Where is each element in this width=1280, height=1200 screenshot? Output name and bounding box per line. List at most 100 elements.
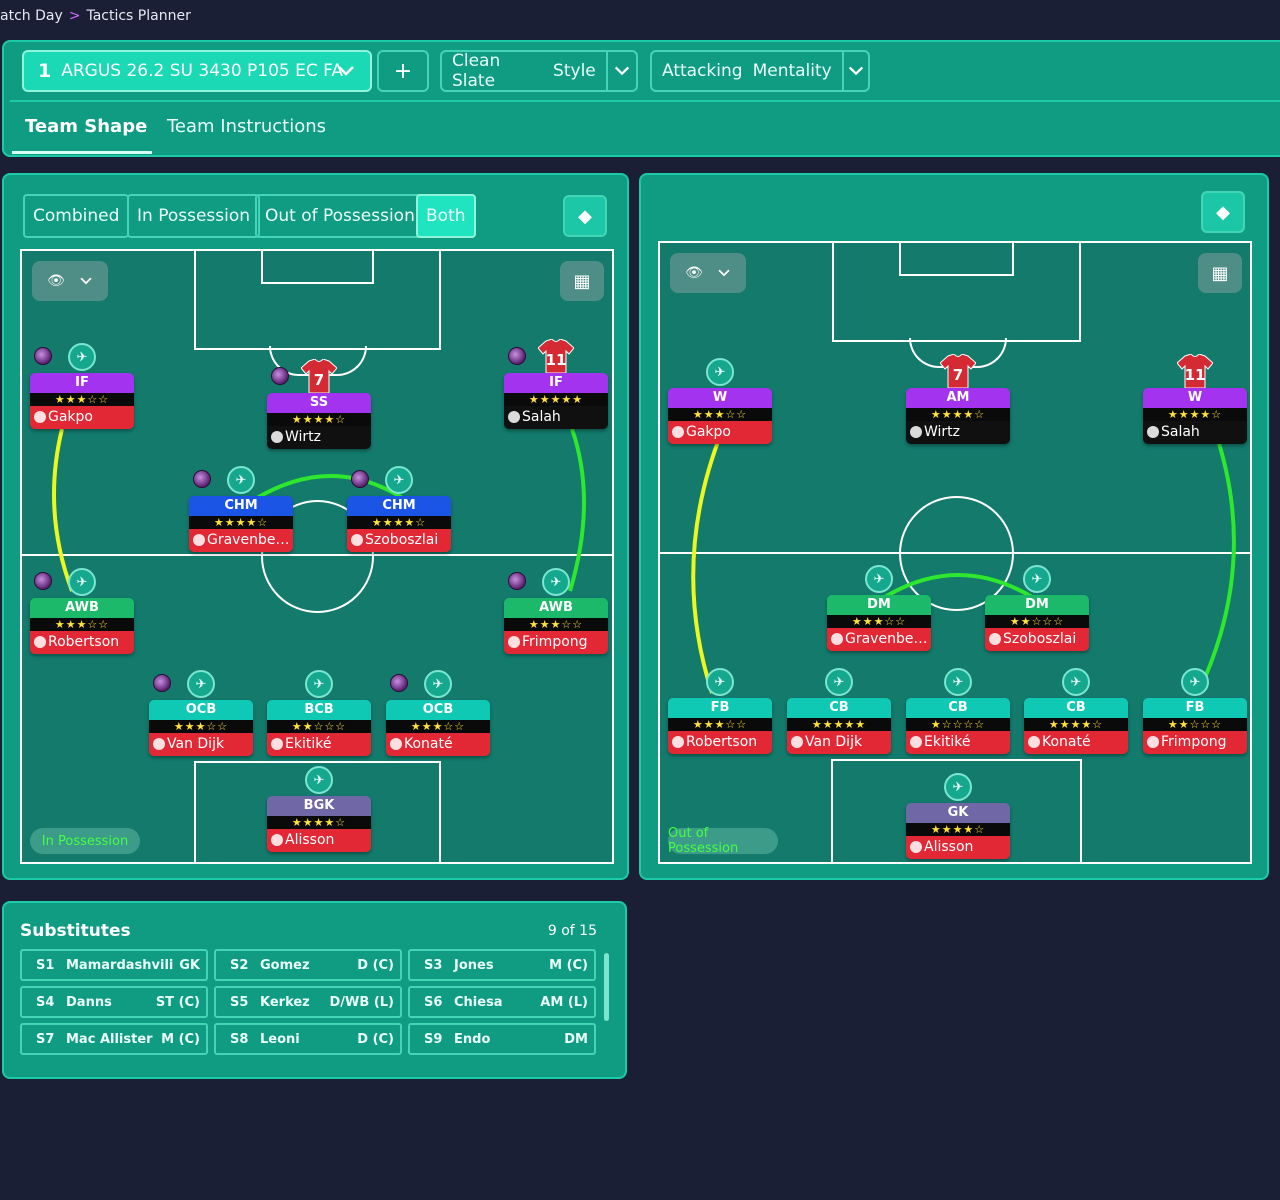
- sub-slot: S4: [36, 994, 55, 1010]
- oop-player-card[interactable]: DM ★★★☆☆ Gravenber...: [827, 595, 931, 651]
- phase-in-possession-button[interactable]: In Possession: [127, 194, 261, 238]
- ip-player-card[interactable]: BGK ★★★★☆ Alisson: [267, 796, 371, 852]
- sub-position: D (C): [357, 957, 394, 973]
- player-role: BCB: [267, 700, 371, 720]
- mentality-label: Mentality: [752, 61, 832, 81]
- person-icon: [910, 841, 922, 853]
- ip-player-card[interactable]: IF ★★★★★ Salah: [504, 373, 608, 429]
- mentality-dropdown[interactable]: Attacking Mentality: [650, 50, 870, 92]
- substitute-row[interactable]: S3 Jones M (C): [408, 949, 596, 981]
- player-name-text: Van Dijk: [167, 736, 225, 752]
- chevron-down-icon[interactable]: [841, 52, 868, 90]
- oop-player-card[interactable]: W ★★★★☆ Salah: [1143, 388, 1247, 444]
- player-name: Konaté: [1024, 731, 1128, 754]
- oop-player-card[interactable]: W ★★★☆☆ Gakpo: [668, 388, 772, 444]
- player-role: CB: [906, 698, 1010, 718]
- person-icon: [910, 736, 922, 748]
- substitute-row[interactable]: S4 Danns ST (C): [20, 986, 208, 1018]
- player-link-lines: [691, 430, 1236, 694]
- ip-player-card[interactable]: AWB ★★★☆☆ Frimpong: [504, 598, 608, 654]
- add-tactic-button[interactable]: +: [377, 50, 429, 92]
- shirt-icon: 11: [537, 338, 575, 374]
- substitutes-title: Substitutes: [20, 921, 131, 941]
- player-role: CB: [1024, 698, 1128, 718]
- oop-player-card[interactable]: FB ★★★☆☆ Robertson: [668, 698, 772, 754]
- role-rating-stars: ★★★★☆: [1024, 718, 1128, 731]
- player-role: W: [1143, 388, 1247, 408]
- tactic-selector[interactable]: 1 ARGUS 26.2 SU 3430 P105 EC FA: [22, 50, 372, 92]
- player-name-text: Gakpo: [686, 424, 731, 440]
- ip-player-card[interactable]: CHM ★★★★☆ Gravenber...: [189, 496, 293, 552]
- role-rating-stars: ★★★☆☆: [30, 618, 134, 631]
- player-name-text: Ekitiké: [924, 734, 971, 750]
- role-rating-stars: ★☆☆☆☆: [906, 718, 1010, 731]
- role-rating-stars: ★★★★☆: [906, 408, 1010, 421]
- player-name: Gakpo: [668, 421, 772, 444]
- ip-player-card[interactable]: CHM ★★★★☆ Szoboszlai: [347, 496, 451, 552]
- visibility-toggle[interactable]: 👁: [32, 261, 108, 301]
- player-name-text: Konaté: [1042, 734, 1091, 750]
- visibility-toggle[interactable]: 👁: [670, 253, 746, 293]
- substitutes-scrollbar[interactable]: [604, 953, 609, 1021]
- substitute-row[interactable]: S7 Mac Allister M (C): [20, 1023, 208, 1055]
- sub-slot: S6: [424, 994, 443, 1010]
- tab-team-shape[interactable]: Team Shape: [25, 116, 147, 137]
- role-rating-stars: ★★★★☆: [1143, 408, 1247, 421]
- person-icon: [271, 834, 283, 846]
- player-orb-icon: [34, 572, 52, 590]
- player-name: Salah: [1143, 421, 1247, 444]
- player-name-text: Alisson: [924, 839, 974, 855]
- substitute-row[interactable]: S5 Kerkez D/WB (L): [214, 986, 402, 1018]
- substitute-row[interactable]: S6 Chiesa AM (L): [408, 986, 596, 1018]
- style-dropdown[interactable]: Clean Slate Style: [440, 50, 638, 92]
- ip-player-card[interactable]: BCB ★★☆☆☆ Ekitiké: [267, 700, 371, 756]
- ip-player-card[interactable]: SS ★★★★☆ Wirtz: [267, 393, 371, 449]
- diamond-icon[interactable]: ◆: [563, 195, 607, 237]
- oop-player-card[interactable]: AM ★★★★☆ Wirtz: [906, 388, 1010, 444]
- substitute-row[interactable]: S2 Gomez D (C): [214, 949, 402, 981]
- player-duty-icon: ✈: [706, 358, 734, 386]
- player-role: AM: [906, 388, 1010, 408]
- sub-slot: S5: [230, 994, 249, 1010]
- player-name: Gravenber...: [827, 628, 931, 651]
- player-role: DM: [985, 595, 1089, 615]
- player-duty-icon: ✈: [944, 668, 972, 696]
- role-rating-stars: ★★★★☆: [189, 516, 293, 529]
- substitute-row[interactable]: S8 Leoni D (C): [214, 1023, 402, 1055]
- player-role: FB: [1143, 698, 1247, 718]
- person-icon: [831, 633, 843, 645]
- tab-team-instructions[interactable]: Team Instructions: [167, 116, 326, 137]
- substitute-row[interactable]: S9 Endo DM: [408, 1023, 596, 1055]
- oop-player-card[interactable]: CB ★★★★☆ Konaté: [1024, 698, 1128, 754]
- grid-icon[interactable]: ▦: [1198, 253, 1242, 293]
- tab-bar: Team Shape Team Instructions: [10, 100, 1280, 154]
- breadcrumb-parent[interactable]: atch Day: [0, 8, 63, 24]
- ip-player-card[interactable]: AWB ★★★☆☆ Robertson: [30, 598, 134, 654]
- player-orb-icon: [390, 674, 408, 692]
- player-orb-icon: [271, 367, 289, 385]
- ip-player-card[interactable]: IF ★★★☆☆ Gakpo: [30, 373, 134, 429]
- oop-player-card[interactable]: DM ★★☆☆☆ Szoboszlai: [985, 595, 1089, 651]
- phase-both-button[interactable]: Both: [416, 194, 476, 238]
- chevron-down-icon[interactable]: [605, 52, 636, 90]
- diamond-icon[interactable]: ◆: [1201, 191, 1245, 233]
- phase-combined-button[interactable]: Combined: [23, 194, 130, 238]
- oop-player-card[interactable]: FB ★★☆☆☆ Frimpong: [1143, 698, 1247, 754]
- role-rating-stars: ★★★★★: [787, 718, 891, 731]
- substitute-row[interactable]: S1 Mamardashvili GK: [20, 949, 208, 981]
- grid-icon[interactable]: ▦: [560, 261, 604, 301]
- player-orb-icon: [508, 347, 526, 365]
- tactic-number: 1: [38, 60, 52, 82]
- phase-out-of-possession-button[interactable]: Out of Possession: [255, 194, 425, 238]
- oop-player-card[interactable]: CB ★★★★★ Van Dijk: [787, 698, 891, 754]
- ip-player-card[interactable]: OCB ★★★☆☆ Van Dijk: [149, 700, 253, 756]
- player-duty-icon: ✈: [424, 670, 452, 698]
- sub-slot: S7: [36, 1031, 55, 1047]
- oop-player-card[interactable]: GK ★★★★☆ Alisson: [906, 803, 1010, 859]
- role-rating-stars: ★★★☆☆: [827, 615, 931, 628]
- style-label: Style: [553, 61, 596, 81]
- ip-player-card[interactable]: OCB ★★★☆☆ Konaté: [386, 700, 490, 756]
- player-role: GK: [906, 803, 1010, 823]
- sub-position: DM: [564, 1031, 588, 1047]
- oop-player-card[interactable]: CB ★☆☆☆☆ Ekitiké: [906, 698, 1010, 754]
